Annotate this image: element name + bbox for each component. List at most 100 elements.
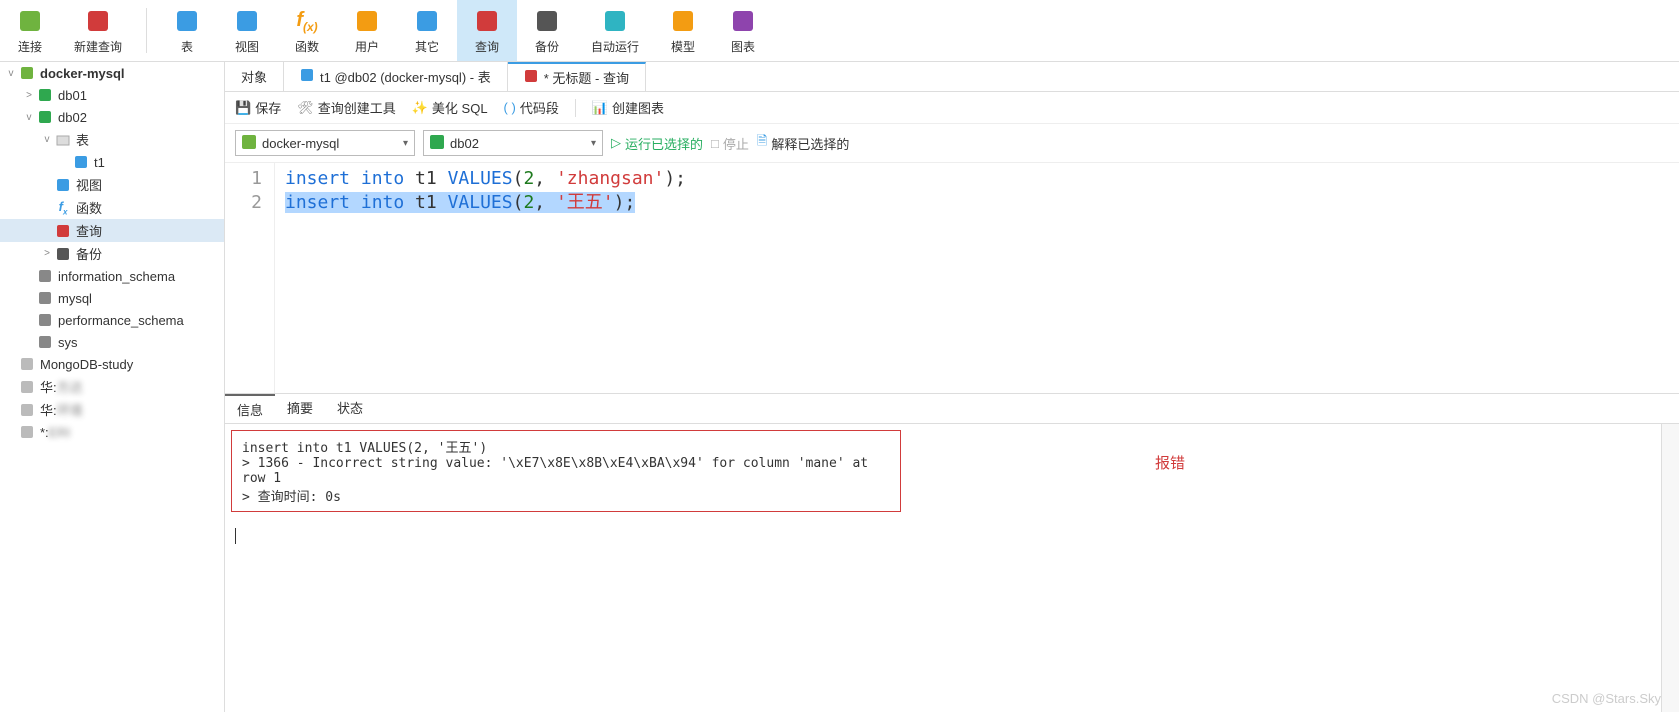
db-off-icon xyxy=(36,311,54,329)
sparkle-icon: ✨ xyxy=(412,100,428,116)
toolbar-newquery-button[interactable]: 新建查询 xyxy=(60,0,136,61)
toolbar-query-label: 查询 xyxy=(475,38,499,55)
result-tab-信息[interactable]: 信息 xyxy=(225,394,275,423)
tab-label: * 无标题 - 查询 xyxy=(544,68,629,87)
mysql-icon xyxy=(18,64,36,82)
tree-item-备份[interactable]: >备份 xyxy=(0,242,224,265)
doc-tab[interactable]: * 无标题 - 查询 xyxy=(508,62,646,91)
model-icon xyxy=(667,6,699,36)
autorun-icon xyxy=(599,6,631,36)
toolbar-model-button[interactable]: 模型 xyxy=(653,0,713,61)
toolbar-other-button[interactable]: 其它 xyxy=(397,0,457,61)
snippet-label: 代码段 xyxy=(520,98,559,117)
run-label: 运行已选择的 xyxy=(625,134,703,153)
toolbar-autorun-button[interactable]: 自动运行 xyxy=(577,0,653,61)
query-icon xyxy=(524,69,538,86)
tree-item-information_schema[interactable]: information_schema xyxy=(0,265,224,287)
save-button[interactable]: 💾 保存 xyxy=(235,98,281,117)
tab-label: 对象 xyxy=(241,67,267,86)
connection-combo[interactable]: docker-mysql ▾ xyxy=(235,130,415,156)
tree-item-db01[interactable]: >db01 xyxy=(0,84,224,106)
result-tab-状态[interactable]: 状态 xyxy=(325,394,375,423)
toolbar-view-label: 视图 xyxy=(235,38,259,55)
table-icon xyxy=(72,153,90,171)
newquery-icon xyxy=(82,6,114,36)
doc-tab[interactable]: 对象 xyxy=(225,62,284,91)
code-body[interactable]: insert into t1 VALUES(2, 'zhangsan');ins… xyxy=(275,163,696,393)
toolbar-chart-button[interactable]: 图表 xyxy=(713,0,773,61)
tab-label: t1 @db02 (docker-mysql) - 表 xyxy=(320,67,491,86)
hammer-icon: 🛠 xyxy=(297,100,314,116)
database-combo[interactable]: db02 ▾ xyxy=(423,130,603,156)
document-tabs: 对象 t1 @db02 (docker-mysql) - 表 * 无标题 - 查询 xyxy=(225,62,1679,92)
tree-conn-extra[interactable]: 华:环境 xyxy=(0,398,224,421)
doc-tab[interactable]: t1 @db02 (docker-mysql) - 表 xyxy=(284,62,508,91)
toolbar-other-label: 其它 xyxy=(415,38,439,55)
toolbar-connect-label: 连接 xyxy=(18,38,42,55)
code-line[interactable]: insert into t1 VALUES(2, '王五'); xyxy=(285,191,686,215)
tree-item-查询[interactable]: 查询 xyxy=(0,219,224,242)
tree-item-表[interactable]: v表 xyxy=(0,128,224,151)
toolbar-view-button[interactable]: 视图 xyxy=(217,0,277,61)
toolbar-user-button[interactable]: 用户 xyxy=(337,0,397,61)
tree-item-mysql[interactable]: mysql xyxy=(0,287,224,309)
vertical-scrollbar[interactable] xyxy=(1661,424,1679,712)
beautify-button[interactable]: ✨ 美化 SQL xyxy=(412,98,488,117)
toolbar-function-button[interactable]: f(x) 函数 xyxy=(277,0,337,61)
result-tabs: 信息摘要状态 xyxy=(225,393,1679,424)
toolbar-backup-button[interactable]: 备份 xyxy=(517,0,577,61)
create-chart-button[interactable]: 📊 创建图表 xyxy=(592,98,664,117)
tree-item-视图[interactable]: 视图 xyxy=(0,173,224,196)
stop-label: 停止 xyxy=(723,134,749,153)
snippet-button[interactable]: ( ) 代码段 xyxy=(504,98,559,117)
conn-off-icon xyxy=(18,423,36,441)
tree-item-t1[interactable]: t1 xyxy=(0,151,224,173)
query-target-bar: docker-mysql ▾ db02 ▾ ▷ 运行已选择的 □ 停止 🗎 解释… xyxy=(225,124,1679,163)
save-icon: 💾 xyxy=(235,100,251,116)
tree-connection[interactable]: vdocker-mysql xyxy=(0,62,224,84)
toolbar-function-label: 函数 xyxy=(295,38,319,55)
line-gutter: 12 xyxy=(225,163,275,393)
other-icon xyxy=(411,6,443,36)
toolbar-table-button[interactable]: 表 xyxy=(157,0,217,61)
tree-conn-extra[interactable]: MongoDB-study xyxy=(0,353,224,375)
db-off-icon xyxy=(36,267,54,285)
explain-button[interactable]: 🗎 解释已选择的 xyxy=(757,132,849,154)
db-icon xyxy=(36,108,54,126)
conn-off-icon xyxy=(18,378,36,396)
sidebar-tree: vdocker-mysql>db01vdb02v表t1视图fx函数查询>备份in… xyxy=(0,62,225,712)
paren-icon: ( ) xyxy=(504,100,516,115)
connect-icon xyxy=(14,6,46,36)
function-icon: f(x) xyxy=(291,6,323,36)
tree-item-sys[interactable]: sys xyxy=(0,331,224,353)
main-body: vdocker-mysql>db01vdb02v表t1视图fx函数查询>备份in… xyxy=(0,62,1679,712)
conn-off-icon xyxy=(18,401,36,419)
database-icon xyxy=(430,135,444,152)
save-label: 保存 xyxy=(255,98,281,117)
run-button[interactable]: ▷ 运行已选择的 xyxy=(611,134,703,153)
toolbar-table-label: 表 xyxy=(181,38,193,55)
tree-item-performance_schema[interactable]: performance_schema xyxy=(0,309,224,331)
query-tool-button[interactable]: 🛠 查询创建工具 xyxy=(297,98,396,117)
error-line-2: > 1366 - Incorrect string value: '\xE7\x… xyxy=(242,456,890,486)
result-area: insert into t1 VALUES(2, '王五') > 1366 - … xyxy=(225,424,1679,712)
chevron-down-icon: ▾ xyxy=(591,138,596,149)
tree-conn-extra[interactable]: *:ERI xyxy=(0,421,224,443)
sql-editor[interactable]: 12 insert into t1 VALUES(2, 'zhangsan');… xyxy=(225,163,1679,393)
tree-item-db02[interactable]: vdb02 xyxy=(0,106,224,128)
view-icon xyxy=(54,176,72,194)
toolbar-query-button[interactable]: 查询 xyxy=(457,0,517,61)
code-line[interactable]: insert into t1 VALUES(2, 'zhangsan'); xyxy=(285,167,686,191)
folder-icon xyxy=(54,131,72,149)
tree-item-函数[interactable]: fx函数 xyxy=(0,196,224,219)
table-icon xyxy=(171,6,203,36)
toolbar-connect-button[interactable]: 连接 xyxy=(0,0,60,61)
chart-icon xyxy=(727,6,759,36)
chevron-down-icon: ▾ xyxy=(403,138,408,149)
qtool-label: 查询创建工具 xyxy=(318,98,396,117)
tree-conn-extra[interactable]: 华:方达 xyxy=(0,375,224,398)
user-icon xyxy=(351,6,383,36)
result-tab-摘要[interactable]: 摘要 xyxy=(275,394,325,423)
query-icon xyxy=(471,6,503,36)
query-icon xyxy=(54,222,72,240)
